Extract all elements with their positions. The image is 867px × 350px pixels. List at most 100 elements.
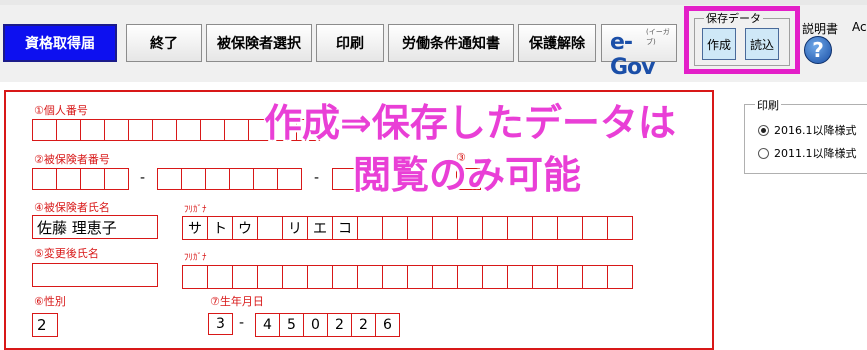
manual-label: 説明書 [802, 22, 839, 36]
char-cell[interactable] [357, 265, 383, 289]
digit-cell[interactable] [181, 168, 206, 190]
digit-cell[interactable] [56, 168, 81, 190]
help-icon[interactable]: ? [804, 36, 832, 64]
digit-cell[interactable] [152, 119, 177, 141]
digit-cell[interactable] [224, 119, 249, 141]
changed-name-label: ⑤変更後氏名 [34, 247, 99, 260]
char-cell[interactable] [282, 265, 308, 289]
digit-cell[interactable] [157, 168, 182, 190]
char-cell[interactable] [332, 265, 358, 289]
char-cell[interactable] [432, 265, 458, 289]
digit-cell[interactable] [104, 119, 129, 141]
char-cell[interactable] [407, 216, 433, 240]
save-data-highlight [684, 6, 800, 74]
char-cell[interactable] [382, 265, 408, 289]
char-cell[interactable] [582, 265, 608, 289]
print-option-2011[interactable]: 2011.1以降様式 [758, 145, 857, 161]
char-cell[interactable] [532, 265, 558, 289]
char-cell[interactable] [557, 216, 583, 240]
digit-cell[interactable] [80, 168, 105, 190]
digit-cell[interactable] [32, 119, 57, 141]
char-cell[interactable] [557, 265, 583, 289]
furigana-cells[interactable]: サトウリエコ [182, 216, 633, 240]
char-cell[interactable] [182, 265, 208, 289]
dash-separator: - [140, 170, 146, 186]
char-cell[interactable] [382, 216, 408, 240]
changed-furigana-cells[interactable] [182, 265, 633, 289]
digit-cell[interactable] [205, 168, 230, 190]
char-cell[interactable]: サ [182, 216, 208, 240]
char-cell[interactable] [507, 265, 533, 289]
char-cell[interactable] [457, 216, 483, 240]
char-cell[interactable] [432, 216, 458, 240]
annotation-line-1: 作成⇒保存したデータは [264, 101, 676, 145]
changed-furigana-label: ﾌﾘｶﾞﾅ [184, 253, 207, 263]
char-cell[interactable] [257, 216, 283, 240]
digit-cell[interactable] [104, 168, 129, 190]
digit-cell[interactable] [80, 119, 105, 141]
char-cell[interactable]: 0 [303, 313, 328, 337]
char-cell[interactable]: エ [307, 216, 333, 240]
char-cell[interactable]: コ [332, 216, 358, 240]
char-cell[interactable] [207, 265, 233, 289]
digit-cell[interactable] [32, 168, 57, 190]
char-cell[interactable] [457, 265, 483, 289]
char-cell[interactable]: 5 [279, 313, 304, 337]
char-cell[interactable]: 2 [327, 313, 352, 337]
qualification-acquisition-button[interactable]: 資格取得届 [3, 24, 117, 62]
dash-separator: - [239, 315, 245, 331]
insured-name-field[interactable]: 佐藤 理恵子 [32, 215, 158, 239]
char-cell[interactable] [407, 265, 433, 289]
personal-number-label: ①個人番号 [34, 104, 88, 117]
changed-name-field[interactable] [32, 263, 158, 287]
release-protection-button[interactable]: 保護解除 [518, 24, 596, 62]
gender-label: ⑥性別 [34, 295, 66, 308]
print-style-legend: 印刷 [755, 97, 781, 113]
select-insured-button[interactable]: 被保険者選択 [206, 24, 312, 62]
char-cell[interactable]: リ [282, 216, 308, 240]
exit-button[interactable]: 終了 [126, 24, 202, 62]
dash-separator: - [314, 170, 320, 186]
digit-cell[interactable] [128, 119, 153, 141]
insured-number-part2[interactable] [157, 168, 302, 190]
print-button[interactable]: 印刷 [316, 24, 384, 62]
char-cell[interactable]: 2 [351, 313, 376, 337]
radio-selected-icon[interactable] [758, 124, 769, 136]
radio-unselected-icon[interactable] [758, 147, 769, 159]
print-option-label: 2011.1以降様式 [774, 147, 857, 160]
char-cell[interactable] [482, 216, 508, 240]
insured-name-label: ④被保険者氏名 [34, 201, 110, 214]
era-cell[interactable]: 3 [208, 313, 233, 335]
print-style-group [744, 104, 867, 174]
char-cell[interactable] [607, 265, 633, 289]
digit-cell[interactable] [253, 168, 278, 190]
labor-conditions-notice-button[interactable]: 労働条件通知書 [388, 24, 514, 62]
char-cell[interactable] [532, 216, 558, 240]
char-cell[interactable] [232, 265, 258, 289]
char-cell[interactable] [357, 216, 383, 240]
char-cell[interactable] [257, 265, 283, 289]
insured-number-label: ②被保険者番号 [34, 153, 110, 166]
digit-cell[interactable] [56, 119, 81, 141]
print-option-2016[interactable]: 2016.1以降様式 [758, 122, 857, 138]
egov-logo: e-Gov [610, 30, 656, 80]
egov-button[interactable]: (イーガブ) e-Gov [601, 24, 677, 80]
digit-cell[interactable] [200, 119, 225, 141]
char-cell[interactable] [507, 216, 533, 240]
birth-era-cell[interactable]: 3 [208, 313, 233, 335]
char-cell[interactable]: 6 [375, 313, 400, 337]
birth-digit-cells[interactable]: 450226 [255, 313, 400, 337]
insured-number-part1[interactable] [32, 168, 129, 190]
cutoff-label: Ac [852, 20, 867, 34]
char-cell[interactable] [482, 265, 508, 289]
char-cell[interactable] [307, 265, 333, 289]
gender-field[interactable]: 2 [32, 313, 58, 337]
digit-cell[interactable] [277, 168, 302, 190]
char-cell[interactable]: ト [207, 216, 233, 240]
digit-cell[interactable] [229, 168, 254, 190]
char-cell[interactable] [607, 216, 633, 240]
digit-cell[interactable] [176, 119, 201, 141]
char-cell[interactable] [582, 216, 608, 240]
char-cell[interactable]: 4 [255, 313, 280, 337]
char-cell[interactable]: ウ [232, 216, 258, 240]
